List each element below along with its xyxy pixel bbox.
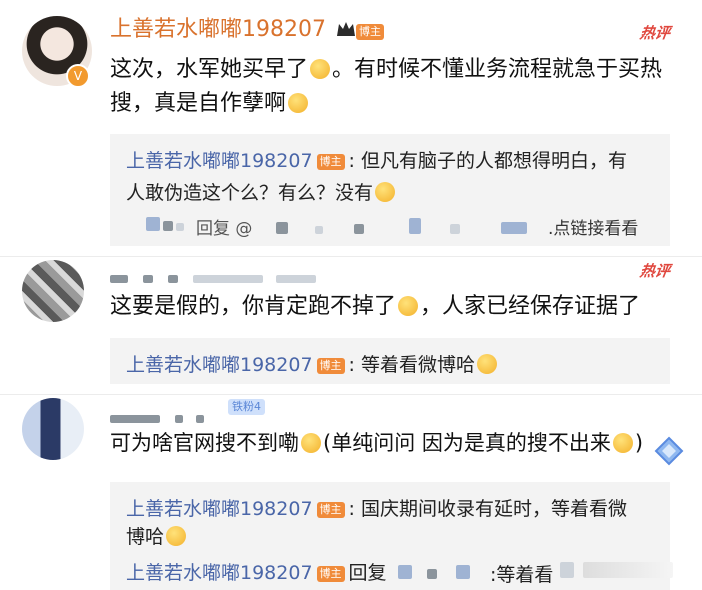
- smile-emoji-icon: [166, 526, 187, 546]
- role-badge: 博主: [316, 502, 345, 518]
- smile-emoji-icon: [288, 93, 309, 113]
- view-link[interactable]: .点链接看看: [548, 214, 638, 239]
- role-badge: 博主: [356, 24, 384, 40]
- reply-username[interactable]: 上善若水嘟嘟198207: [126, 498, 313, 520]
- reply-text: :等着看: [490, 564, 554, 586]
- reply-text-line2: 人敢伪造这个么？有么？没有: [126, 178, 397, 205]
- verified-icon: V: [66, 64, 90, 88]
- comment-text: 这次，水军她买早了 。有时候不懂业务流程就急于买热: [110, 57, 663, 82]
- role-badge: 博主: [316, 154, 345, 170]
- smile-emoji-icon: [476, 354, 497, 374]
- comment-text: 可为啥官网搜不到嘞 (单纯问问 因为是真的搜不出来): [110, 431, 644, 455]
- blurred-username: [398, 564, 471, 583]
- reply-line: 上善若水嘟嘟198207 博主: 国庆期间收录有延时，等着看微: [126, 498, 627, 520]
- reply-line: 上善若水嘟嘟198207 博主 回复: [126, 558, 387, 585]
- reply-username[interactable]: 上善若水嘟嘟198207: [126, 562, 313, 584]
- avatar[interactable]: [22, 260, 84, 322]
- avatar[interactable]: [22, 398, 84, 460]
- blurred-username: [146, 216, 186, 234]
- hot-comment-label: 热评: [638, 24, 672, 42]
- comment-text-line2: 搜，真是自作孽啊: [110, 87, 310, 121]
- divider: [0, 256, 702, 257]
- reply-username[interactable]: 上善若水嘟嘟198207: [126, 354, 313, 376]
- comment-text: 这要是假的，你肯定跑不掉了 ，人家已经保存证据了: [110, 294, 641, 319]
- hot-comment-label: 热评: [638, 262, 672, 280]
- fan-level-badge: 铁粉4: [228, 399, 265, 415]
- smile-emoji-icon: [375, 182, 396, 202]
- blurred-username: [110, 408, 205, 427]
- diamond-icon: [654, 436, 684, 466]
- thinking-emoji-icon: [301, 433, 321, 453]
- role-badge: 博主: [316, 358, 345, 374]
- reply-line: 上善若水嘟嘟198207 博主: 但凡有脑子的人都想得明白，有: [126, 150, 627, 172]
- reply-username[interactable]: 上善若水嘟嘟198207: [126, 150, 313, 172]
- divider: [0, 394, 702, 395]
- smile-emoji-icon: [398, 296, 419, 316]
- reply-to-label[interactable]: 回复: [349, 562, 387, 584]
- username-text[interactable]: 上善若水嘟嘟198207: [110, 17, 326, 42]
- comment-username[interactable]: 上善若水嘟嘟198207: [110, 16, 326, 44]
- sad-emoji-icon: [612, 433, 633, 453]
- reply-text-line2: 博哈: [126, 522, 188, 549]
- role-badge: 博主: [316, 566, 345, 582]
- blurred-content: [276, 218, 528, 238]
- crown-icon: [336, 20, 356, 38]
- blurred-content: [560, 562, 674, 582]
- blurred-username: [110, 268, 317, 287]
- reply-line: 上善若水嘟嘟198207 博主: 等着看微博哈: [126, 350, 499, 377]
- reply-to-label[interactable]: 回复 @: [196, 214, 252, 239]
- smile-emoji-icon: [310, 59, 331, 79]
